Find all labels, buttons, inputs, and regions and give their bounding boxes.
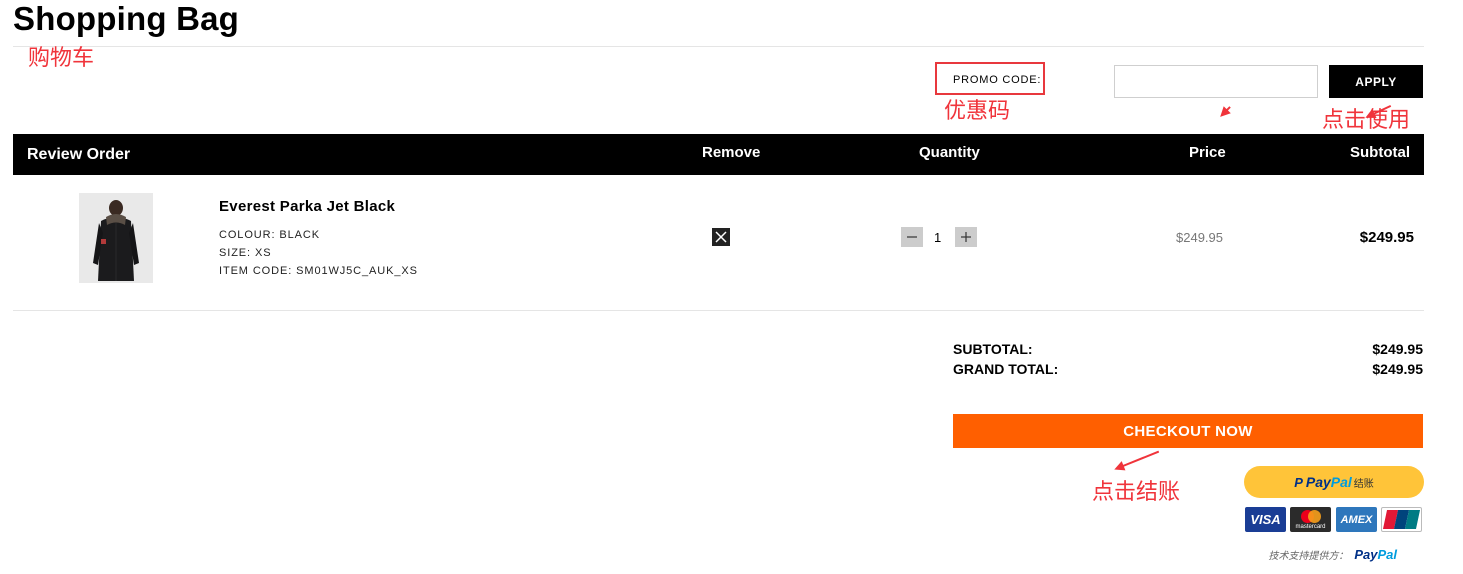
header-review-order: Review Order (27, 146, 131, 163)
visa-card-icon: VISA (1245, 507, 1286, 532)
decrease-quantity-button[interactable] (901, 227, 923, 247)
colour-value: BLACK (279, 229, 320, 241)
powered-by-paypal: 技术支持提供方： PayPal (1268, 547, 1397, 562)
paypal-button-word-1: Pay (1305, 474, 1331, 490)
checkout-now-button[interactable]: CHECKOUT NOW (953, 414, 1423, 448)
colour-label: COLOUR: (219, 229, 276, 241)
annotation-arrow-checkout (1117, 450, 1160, 469)
product-parka-image (79, 193, 153, 283)
minus-icon (907, 236, 917, 238)
annotation-cart: 购物车 (28, 46, 95, 71)
unionpay-bars (1382, 510, 1421, 529)
quantity-value: 1 (934, 230, 942, 245)
product-name[interactable]: Everest Parka Jet Black (219, 198, 395, 215)
amex-card-text: AMEX (1340, 513, 1373, 526)
plus-icon (961, 232, 971, 242)
item-code-label: ITEM CODE: (219, 265, 293, 277)
paypal-button-suffix: 结账 (1353, 478, 1374, 490)
item-code-value: SM01WJ5C_AUK_XS (296, 265, 418, 277)
row-divider (13, 310, 1424, 311)
header-price: Price (1189, 144, 1226, 161)
unionpay-card-icon (1381, 507, 1422, 532)
paypal-button-word-2: Pal (1330, 474, 1352, 490)
header-subtotal: Subtotal (1350, 144, 1410, 161)
header-remove: Remove (702, 144, 761, 161)
subtotal-value: $249.95 (1372, 341, 1423, 357)
paypal-logo-icon: P (1294, 474, 1303, 490)
order-table-header: Review Order Remove Quantity Price Subto… (13, 134, 1424, 175)
mastercard-card-icon: mastercard (1290, 507, 1331, 532)
header-quantity: Quantity (919, 144, 980, 161)
close-icon (715, 231, 727, 243)
subtotal-label: SUBTOTAL: (953, 341, 1033, 357)
increase-quantity-button[interactable] (955, 227, 977, 247)
size-label: SIZE: (219, 247, 252, 259)
page-title: Shopping Bag (13, 0, 240, 37)
product-image[interactable] (79, 193, 153, 283)
mastercard-circles (1300, 510, 1322, 523)
annotation-click-to-checkout: 点击结账 (1092, 480, 1181, 505)
promo-code-label: PROMO CODE: (953, 74, 1042, 86)
remove-item-button[interactable] (712, 228, 730, 246)
grand-total-label: GRAND TOTAL: (953, 361, 1059, 377)
product-colour: COLOUR: BLACK (219, 229, 320, 241)
powered-by-paypal-logo: PayPal (1354, 547, 1397, 562)
item-subtotal: $249.95 (1359, 229, 1414, 246)
visa-card-text: VISA (1250, 512, 1281, 527)
powered-word-1: Pay (1354, 547, 1378, 562)
item-price: $249.95 (1176, 230, 1223, 245)
apply-promo-button[interactable]: APPLY (1329, 65, 1423, 98)
annotation-promo-code: 优惠码 (944, 99, 1011, 124)
paypal-checkout-button[interactable]: P Pay Pal 结账 (1244, 466, 1424, 498)
amex-card-icon: AMEX (1336, 507, 1377, 532)
title-divider (13, 46, 1424, 47)
powered-word-2: Pal (1377, 547, 1397, 562)
product-item-code: ITEM CODE: SM01WJ5C_AUK_XS (219, 265, 418, 277)
grand-total-value: $249.95 (1372, 361, 1423, 377)
annotation-arrow-promo (1222, 106, 1231, 115)
mastercard-card-text: mastercard (1295, 524, 1326, 530)
promo-code-input[interactable] (1114, 65, 1318, 98)
product-size: SIZE: XS (219, 247, 271, 259)
powered-by-label: 技术支持提供方： (1268, 551, 1349, 562)
size-value: XS (254, 247, 272, 259)
